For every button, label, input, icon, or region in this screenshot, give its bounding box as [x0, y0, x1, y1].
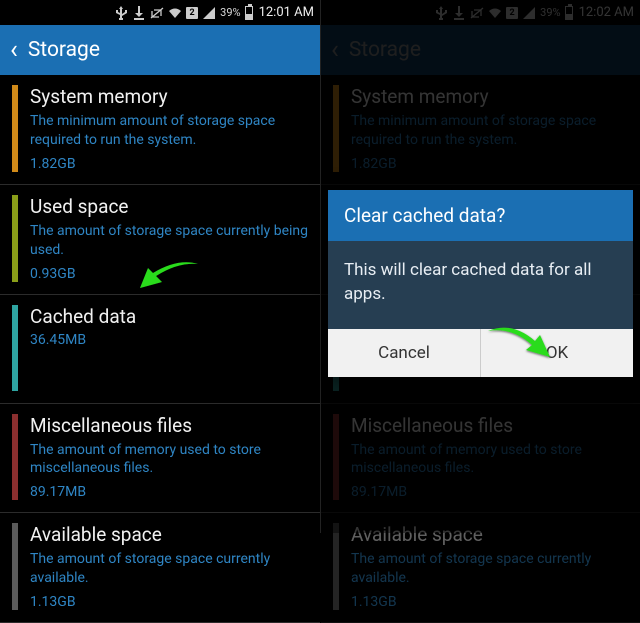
signal-icon	[202, 6, 216, 20]
cancel-button[interactable]: Cancel	[328, 329, 480, 377]
item-info: Used space The amount of storage space cu…	[30, 195, 308, 282]
dialog-body: This will clear cached data for all apps…	[328, 241, 633, 329]
item-info: Available spaceThe amount of storage spa…	[351, 523, 628, 610]
item-info: Available space The amount of storage spa…	[30, 523, 308, 610]
item-title: Cached data	[30, 305, 308, 328]
item-size: 89.17MB	[30, 484, 308, 500]
storage-item[interactable]: Available space The amount of storage spa…	[0, 513, 320, 623]
color-swatch	[12, 85, 18, 172]
storage-item[interactable]: Miscellaneous files The amount of memory …	[0, 404, 320, 514]
status-bar: 2 39% 12:01 AM	[0, 0, 320, 25]
item-size: 1.13GB	[30, 594, 308, 610]
phone-right: 2 39% 12:02 AM ‹ Storage System memoryTh…	[320, 0, 640, 533]
sim-indicator: 2	[186, 7, 198, 19]
storage-item[interactable]: Used space The amount of storage space cu…	[0, 185, 320, 295]
item-title: Available space	[30, 523, 308, 546]
modal-overlay: Clear cached data? This will clear cache…	[321, 0, 640, 533]
item-size: 0.93GB	[30, 266, 308, 282]
storage-item[interactable]: Cached data 36.45MB	[0, 295, 320, 404]
page-title: Storage	[28, 38, 100, 62]
item-title: Used space	[30, 195, 308, 218]
battery-icon	[245, 6, 253, 20]
item-info: Miscellaneous files The amount of memory …	[30, 414, 308, 501]
item-description: The amount of storage space currently av…	[351, 550, 628, 588]
item-description: The amount of storage space currently av…	[30, 550, 308, 588]
item-description: The amount of memory used to store misce…	[30, 441, 308, 479]
item-title: Miscellaneous files	[30, 414, 308, 437]
item-description: The minimum amount of storage space requ…	[30, 112, 308, 150]
download-icon	[132, 6, 146, 20]
storage-list: System memory The minimum amount of stora…	[0, 75, 320, 623]
color-swatch	[12, 195, 18, 282]
item-info: Cached data 36.45MB	[30, 305, 308, 391]
color-swatch	[12, 414, 18, 501]
back-icon[interactable]: ‹	[10, 37, 18, 63]
phone-left: 2 39% 12:01 AM ‹ Storage System memory Th…	[0, 0, 320, 533]
color-swatch	[12, 305, 18, 391]
dialog-buttons: Cancel OK	[328, 329, 633, 377]
header-bar: ‹ Storage	[0, 25, 320, 75]
item-size: 36.45MB	[30, 332, 308, 348]
dialog-title: Clear cached data?	[328, 190, 633, 241]
item-title: System memory	[30, 85, 308, 108]
battery-percent: 39%	[220, 6, 240, 19]
item-size: 1.82GB	[30, 156, 308, 172]
item-description: The amount of storage space currently be…	[30, 222, 308, 260]
color-swatch	[12, 523, 18, 610]
no-sim-icon	[150, 6, 164, 20]
item-size: 1.13GB	[351, 594, 628, 610]
storage-item[interactable]: System memory The minimum amount of stora…	[0, 75, 320, 185]
ok-button[interactable]: OK	[480, 329, 633, 377]
color-swatch	[333, 523, 339, 610]
item-info: System memory The minimum amount of stora…	[30, 85, 308, 172]
wifi-icon	[168, 6, 182, 20]
usb-icon	[114, 6, 128, 20]
clock: 12:01 AM	[259, 5, 314, 20]
clear-cache-dialog: Clear cached data? This will clear cache…	[328, 190, 633, 377]
